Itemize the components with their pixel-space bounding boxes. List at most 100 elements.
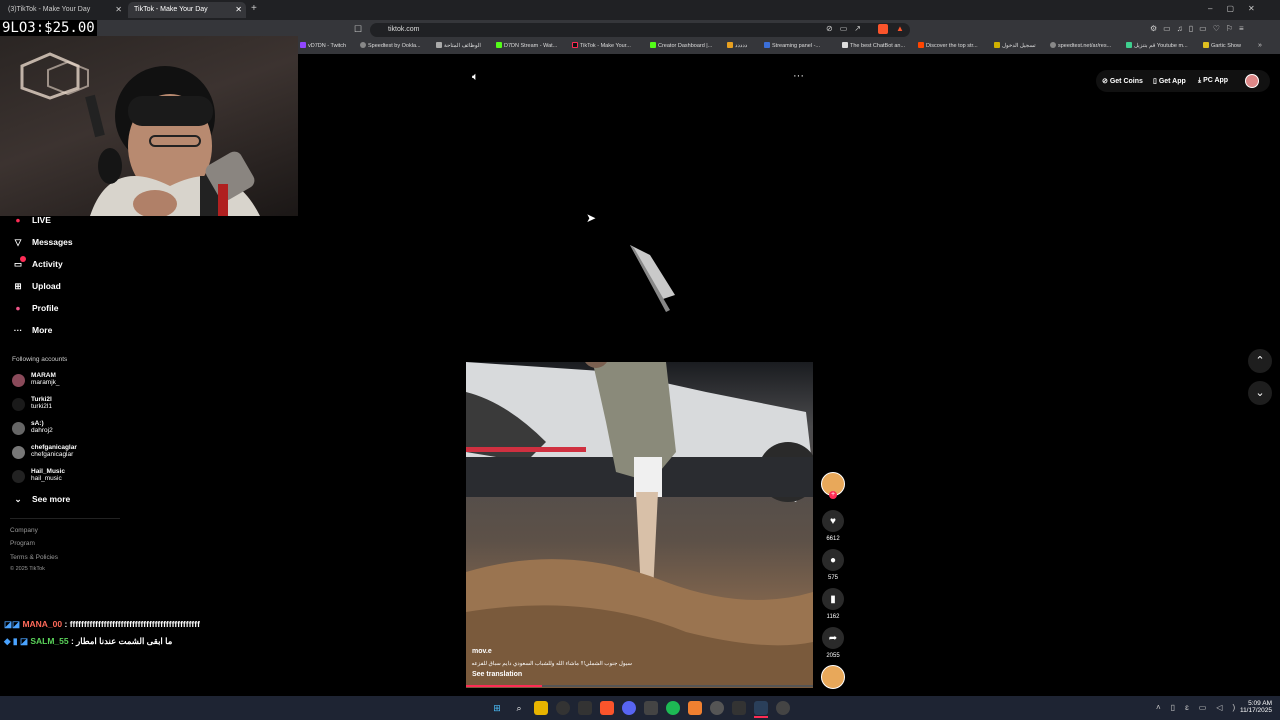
- search-icon[interactable]: ⌕: [512, 701, 526, 715]
- steam-icon[interactable]: [754, 701, 768, 715]
- app-icon[interactable]: [688, 701, 702, 715]
- chat-text: ffffffffffffffffffffffffffffffffffffffff…: [69, 619, 200, 629]
- close-icon[interactable]: ✕: [115, 5, 122, 14]
- footer-link[interactable]: Program: [10, 540, 35, 547]
- video-frame-top: [600, 240, 760, 362]
- system-tray-icons[interactable]: ˄▯ɛ▭◁): [1156, 703, 1245, 712]
- brave-rewards-icon[interactable]: ▲: [896, 24, 904, 33]
- browser-toolbar-icons[interactable]: ⚙▭♫▯▭♡⚐≡: [1150, 24, 1250, 33]
- spotify-icon[interactable]: [666, 701, 680, 715]
- chat-text: ما ابقى الشمت عندنا امطار: [76, 636, 173, 646]
- close-icon[interactable]: ✕: [235, 5, 242, 14]
- follow-plus-icon[interactable]: +: [829, 491, 837, 499]
- nav-profile[interactable]: ● Profile: [12, 303, 58, 313]
- footer-link[interactable]: Terms & Policies: [10, 554, 58, 561]
- get-coins-button[interactable]: ⊘ Get Coins: [1102, 77, 1143, 85]
- more-icon: ···: [13, 325, 23, 335]
- bookmark-item[interactable]: Discover the top str...: [918, 42, 978, 49]
- avatar: [12, 422, 25, 435]
- save-count: 1162: [826, 614, 840, 620]
- clock[interactable]: 5:09 AM 11/17/2025: [1236, 700, 1272, 714]
- previous-video-button[interactable]: ⌃: [1248, 349, 1272, 373]
- badge-icon: ◆ ▮ ◪: [4, 636, 28, 646]
- like-button[interactable]: ♥: [822, 510, 844, 532]
- chat-user: SALM_55: [30, 636, 69, 646]
- new-tab-button[interactable]: +: [251, 3, 257, 14]
- active-app-indicator: [754, 716, 768, 718]
- chevron-down-icon: ⌄: [14, 494, 22, 504]
- discord-icon[interactable]: [622, 701, 636, 715]
- url-text: tiktok.com: [388, 26, 420, 33]
- terminal-icon[interactable]: [732, 701, 746, 715]
- brave-shield-icon[interactable]: [878, 24, 888, 34]
- share-icon: ➦: [828, 632, 838, 644]
- video-frame[interactable]: [466, 362, 813, 688]
- clock-time: 5:09 AM: [1248, 700, 1272, 707]
- share-count: 2055: [826, 653, 840, 659]
- coin-icon: ⊘: [1102, 78, 1108, 85]
- share-button[interactable]: ➦: [822, 627, 844, 649]
- bookmark-item[interactable]: الوظائف المتاحة: [436, 42, 481, 49]
- brave-icon[interactable]: [600, 701, 614, 715]
- video-image: [466, 362, 813, 688]
- bookmark-item[interactable]: D7DN Stream - Wat...: [496, 42, 557, 49]
- bookmarks-overflow-icon[interactable]: »: [1258, 42, 1262, 49]
- chat-user: MANA_00: [22, 619, 63, 629]
- browser-tab-1[interactable]: (3)TikTok - Make Your Day ✕: [2, 2, 126, 18]
- comment-button[interactable]: ●: [822, 549, 844, 571]
- following-title: Following accounts: [12, 356, 68, 363]
- next-video-button[interactable]: ⌄: [1248, 381, 1272, 405]
- comment-icon: ●: [829, 554, 837, 566]
- start-icon[interactable]: ⊞: [490, 701, 504, 715]
- bookmark-item[interactable]: Speedtest by Ookla...: [360, 42, 421, 49]
- bookmark-item[interactable]: ددددد: [727, 42, 747, 49]
- avatar: [12, 446, 25, 459]
- taskbar: [0, 696, 1280, 720]
- save-button[interactable]: ▮: [822, 588, 844, 610]
- nav-upload[interactable]: ⊞ Upload: [12, 281, 60, 292]
- obs-icon[interactable]: [710, 701, 724, 715]
- profile-avatar[interactable]: [1245, 74, 1259, 88]
- bookmark-item[interactable]: قم بتنزيل Youtube m...: [1126, 42, 1188, 49]
- nav-messages[interactable]: ▽ Messages: [12, 237, 73, 248]
- nav-live[interactable]: ● LIVE: [12, 215, 50, 225]
- app-icon[interactable]: [556, 701, 570, 715]
- more-options-icon[interactable]: ···: [793, 70, 804, 82]
- sound-disc-icon[interactable]: [821, 665, 845, 689]
- get-app-button[interactable]: ▯ Get App: [1153, 77, 1186, 85]
- bookmark-item[interactable]: vD7DN - Twitch: [300, 42, 346, 49]
- bookmark-item[interactable]: تسجيل الدخول: [994, 42, 1036, 49]
- video-author[interactable]: mov.e: [472, 648, 492, 655]
- app-icon[interactable]: [578, 701, 592, 715]
- bookmark-icon[interactable]: ☐: [354, 24, 362, 35]
- app-icon[interactable]: [644, 701, 658, 715]
- like-count: 6612: [826, 536, 840, 542]
- video-progress-track[interactable]: [466, 685, 813, 687]
- pc-app-button[interactable]: ⤓ PC App: [1198, 77, 1228, 85]
- bookmark-item[interactable]: speedtest.net/ar/res...: [1050, 42, 1111, 49]
- browser-tab-2[interactable]: TikTok - Make Your Day ✕: [128, 2, 246, 18]
- address-bar-actions[interactable]: ⊘▭↗: [826, 24, 868, 33]
- bookmark-item[interactable]: Creator Dashboard |...: [650, 42, 712, 49]
- app-icon[interactable]: [776, 701, 790, 715]
- bookmark-item[interactable]: TikTok - Make Your...: [572, 42, 631, 49]
- see-translation-link[interactable]: See translation: [472, 671, 522, 678]
- chevron-up-icon: ⌃: [1255, 355, 1265, 367]
- window-controls[interactable]: –▢✕: [1208, 4, 1269, 13]
- footer-link[interactable]: Company: [10, 527, 38, 534]
- video-caption: سيول جنوب الشملي!!! ماشاء الله وللشباب ا…: [471, 661, 632, 667]
- chat-message: ◪◪ MANA_00 : fffffffffffffffffffffffffff…: [4, 619, 200, 629]
- volume-icon[interactable]: 🔈︎: [472, 71, 479, 84]
- heart-icon: ♥: [830, 515, 836, 527]
- file-explorer-icon[interactable]: [534, 701, 548, 715]
- bookmark-item[interactable]: Gartic Show: [1203, 42, 1241, 49]
- video-progress-fill: [466, 685, 543, 687]
- see-more-button[interactable]: ⌄ See more: [12, 494, 70, 505]
- download-icon: ⤓: [1198, 77, 1202, 84]
- profile-icon: ●: [15, 303, 21, 313]
- bookmark-item[interactable]: Streaming panel -...: [764, 42, 820, 49]
- nav-more[interactable]: ··· More: [12, 325, 53, 335]
- tab-title: (3)TikTok - Make Your Day: [8, 6, 91, 13]
- bookmark-item[interactable]: The best ChatBot an...: [842, 42, 905, 49]
- comment-count: 575: [827, 575, 838, 581]
